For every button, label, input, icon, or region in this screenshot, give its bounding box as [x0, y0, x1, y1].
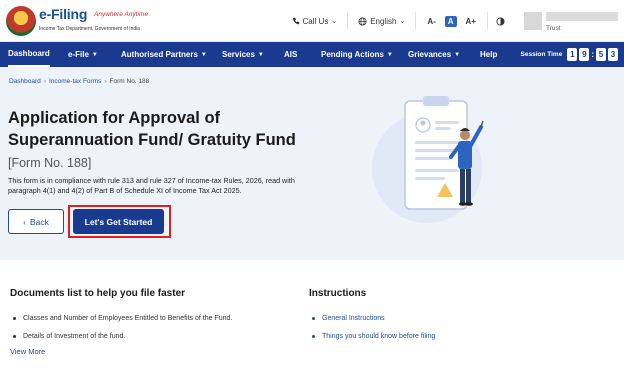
back-label: Back — [29, 216, 49, 227]
chevron-down-icon: ▼ — [91, 51, 98, 58]
page-title-text: Application for Approval of Superannuati… — [8, 109, 296, 149]
nav-dashboard[interactable]: Dashboard — [8, 42, 50, 67]
nav-label: Services — [222, 50, 255, 59]
nav-label: Help — [480, 50, 498, 59]
chevron-down-icon: ⌄ — [399, 18, 406, 25]
back-button[interactable]: ‹ Back — [8, 209, 64, 234]
start-label: Let's Get Started — [84, 216, 153, 227]
logo-tagline: Anywhere Anytime — [94, 11, 148, 18]
page-title: Application for Approval of Superannuati… — [8, 107, 308, 174]
font-decrease-button[interactable]: A- — [422, 17, 440, 26]
main-nav: Dashboard e-File ▼ Authorised Partners ▼ S… — [0, 42, 624, 67]
chevron-left-icon: ‹ — [23, 216, 26, 227]
contrast-icon — [496, 16, 505, 26]
chevron-right-icon: › — [104, 78, 107, 85]
session-digit: 1 — [567, 48, 578, 61]
contrast-button[interactable] — [488, 12, 516, 30]
chevron-down-icon: ⌄ — [331, 18, 338, 25]
chevron-down-icon: ▼ — [257, 51, 264, 58]
nav-label: Authorised Partners — [121, 50, 198, 59]
breadcrumb-dashboard[interactable]: Dashboard — [9, 78, 41, 85]
documents-heading: Documents list to help you file faster — [10, 288, 186, 299]
bullet-icon — [312, 316, 315, 320]
logo-title: e-Filing — [39, 6, 88, 22]
session-digit: 3 — [608, 48, 618, 61]
clipboard-illustration — [372, 96, 484, 223]
logo-dept: Income Tax Department, Government of Ind… — [39, 26, 141, 32]
top-header: e-Filing Anywhere Anytime Income Tax Dep… — [0, 0, 624, 42]
nav-efile[interactable]: e-File ▼ — [68, 42, 98, 67]
documents-list: Classes and Number of Employees Entitled… — [10, 309, 290, 345]
lets-get-started-button[interactable]: Let's Get Started — [73, 209, 164, 234]
instruction-link-before-filing[interactable]: Things you should know before filing — [309, 327, 609, 345]
language-label: English — [370, 16, 397, 26]
chevron-down-icon: ▼ — [386, 51, 393, 58]
bullet-icon — [312, 334, 315, 338]
nav-label: Pending Actions — [321, 50, 384, 59]
font-increase-button[interactable]: A+ — [461, 17, 481, 26]
nav-help[interactable]: Help — [480, 42, 497, 67]
nav-pending-actions[interactable]: Pending Actions ▼ — [321, 42, 393, 67]
form-number-tag: [Form No. 188] — [8, 156, 92, 170]
form-description: This form is in compliance with rule 313… — [8, 176, 295, 195]
bullet-icon — [13, 334, 16, 338]
breadcrumb: Dashboard › Income-tax Forms › Form No. 188 — [9, 78, 149, 85]
nav-label: e-File — [68, 50, 89, 59]
emblem-icon — [6, 6, 36, 36]
font-size-controls: A- A A+ — [416, 12, 488, 30]
breadcrumb-current: Form No. 188 — [109, 78, 150, 85]
nav-label: AIS — [284, 50, 298, 59]
chevron-right-icon: › — [43, 78, 46, 85]
user-name-redacted — [546, 12, 618, 21]
nav-label: Dashboard — [8, 49, 50, 58]
session-digit: 9 — [579, 48, 590, 61]
nav-grievances[interactable]: Grievances ▼ — [408, 42, 460, 67]
phone-icon — [292, 17, 299, 25]
nav-label: Grievances — [408, 50, 452, 59]
hero-section: Dashboard › Income-tax Forms › Form No. 188 … — [0, 67, 624, 260]
instruction-link-general[interactable]: General Instructions — [309, 309, 609, 327]
list-item-text: Details of Investment of the fund. — [23, 332, 126, 340]
call-us-button[interactable]: Call Us ⌄ — [282, 12, 349, 30]
language-select[interactable]: English ⌄ — [348, 12, 417, 30]
font-normal-button[interactable]: A — [444, 15, 457, 27]
list-item-text: Classes and Number of Employees Entitled… — [23, 314, 233, 322]
chevron-down-icon: ▼ — [200, 51, 207, 58]
instruction-link-text: General Instructions — [322, 314, 385, 322]
breadcrumb-income-tax-forms[interactable]: Income-tax Forms — [49, 78, 101, 85]
instructions-heading: Instructions — [309, 288, 367, 299]
efiling-logo[interactable]: e-Filing Anywhere Anytime Income Tax Dep… — [6, 4, 148, 38]
session-label: Session Time — [520, 51, 563, 58]
nav-services[interactable]: Services ▼ — [222, 42, 264, 67]
avatar — [524, 12, 542, 30]
instruction-link-text: Things you should know before filing — [322, 332, 436, 340]
session-timer: Session Time 1 9 : 5 3 — [521, 42, 618, 67]
list-item: Classes and Number of Employees Entitled… — [10, 309, 290, 327]
instructions-list: General Instructions Things you should k… — [309, 309, 609, 345]
user-profile[interactable]: Trust — [524, 0, 624, 42]
chevron-down-icon: ▼ — [454, 51, 461, 58]
session-digit: 5 — [596, 48, 606, 61]
bullet-icon — [13, 316, 16, 320]
list-item: Details of Investment of the fund. — [10, 327, 290, 345]
session-colon: : — [591, 50, 594, 59]
globe-icon — [358, 16, 367, 26]
user-role: Trust — [546, 25, 561, 32]
nav-ais[interactable]: AIS — [284, 42, 297, 67]
nav-authorised-partners[interactable]: Authorised Partners ▼ — [121, 42, 207, 67]
view-more-link[interactable]: View More — [10, 347, 45, 356]
call-us-label: Call Us — [302, 16, 329, 26]
